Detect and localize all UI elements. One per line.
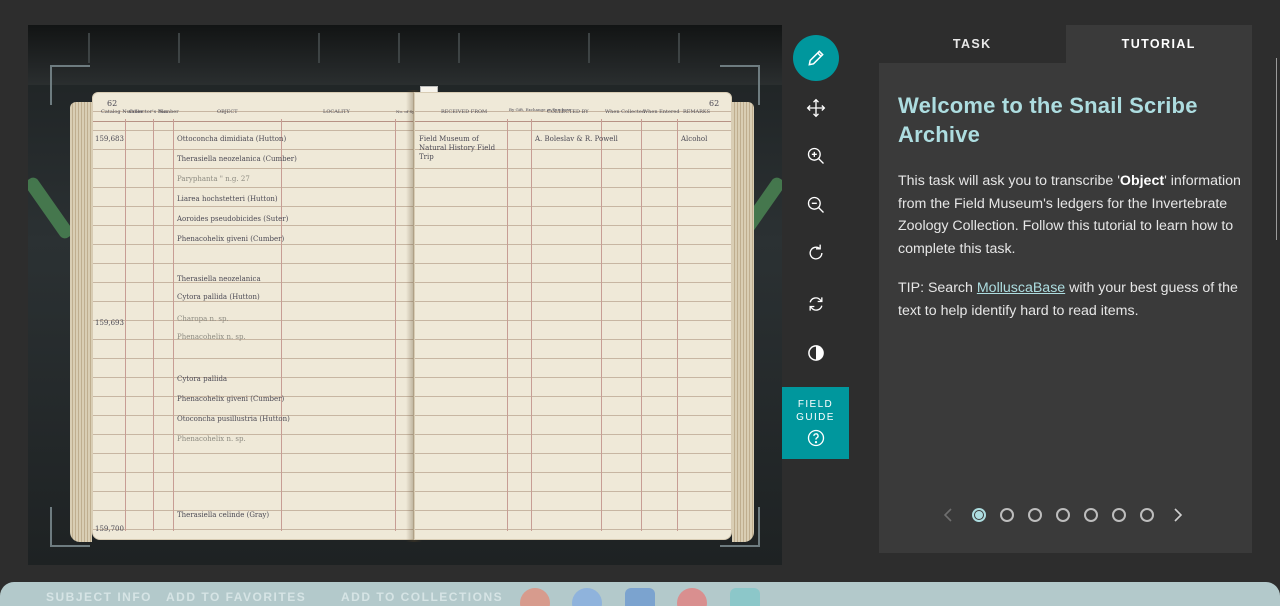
- ledger-row-object: Therasiella celinde (Gray): [177, 511, 270, 519]
- refresh-icon: [809, 297, 822, 311]
- contrast-icon: [807, 345, 824, 361]
- step-dot[interactable]: [1000, 508, 1014, 522]
- tutorial-body: This task will ask you to transcribe 'Ob…: [898, 173, 1241, 257]
- zoom-out-icon: [807, 196, 824, 213]
- ledger-row-object: Paryphanta " n.g. 27: [177, 175, 250, 183]
- zoom-in-icon: [807, 147, 824, 164]
- field-guide-button[interactable]: FIELD GUIDE: [782, 387, 849, 459]
- catalog-number: 159,683: [95, 135, 124, 143]
- palette-icon[interactable]: [677, 588, 707, 606]
- tutorial-tip: TIP: Search MolluscaBase with your best …: [898, 280, 1238, 319]
- folder-icon[interactable]: [625, 588, 655, 606]
- step-dot[interactable]: [1028, 508, 1042, 522]
- header-when-entered: When Entered: [643, 109, 680, 115]
- header-remarks: REMARKS: [683, 109, 711, 115]
- contrast-button[interactable]: [782, 330, 849, 376]
- subject-image-viewer[interactable]: 62 Catalog Number Collector's Number No.…: [28, 25, 782, 565]
- remarks-value: Alcohol: [681, 135, 708, 143]
- ledger-row-object: Cytora pallida (Hutton): [177, 293, 260, 301]
- ledger-row-object: Liarea hochstetteri (Hutton): [177, 195, 278, 203]
- add-to-favorites-button[interactable]: ADD TO FAVORITES: [166, 590, 306, 604]
- invert-button[interactable]: [782, 281, 849, 327]
- question-circle-icon: [807, 429, 824, 447]
- ledger-row-object: Cytora pallida: [177, 375, 228, 383]
- next-step-button[interactable]: [1171, 505, 1185, 525]
- zoom-in-button[interactable]: [782, 133, 849, 179]
- tab-task[interactable]: TASK: [879, 25, 1066, 63]
- catalog-number: 159,700: [95, 525, 124, 533]
- ledger-row-object: Therasiella neozelanica: [177, 275, 261, 283]
- catalog-number: 159,693: [95, 319, 124, 327]
- ledger-row-object: Therasiella neozelanica (Cumber): [177, 155, 297, 163]
- subject-info-button[interactable]: SUBJECT INFO: [46, 590, 152, 604]
- chevron-right-icon: [1174, 508, 1183, 522]
- header-when-collected: When Collected: [605, 109, 646, 115]
- ledger-row-object: Aoroides pseudobicides (Suter): [177, 215, 289, 223]
- header-collected-by: COLLECTED BY: [547, 109, 589, 115]
- left-page-number: 62: [107, 99, 118, 108]
- header-locality: LOCALITY: [323, 109, 350, 115]
- pencil-icon: [807, 50, 824, 66]
- ledger-row-object: Phenacohelix giveni (Cumber): [177, 395, 285, 403]
- received-from-value: Field Museum of Natural History Field Tr…: [419, 135, 496, 161]
- chevron-left-icon: [943, 508, 952, 522]
- step-dot[interactable]: [972, 508, 986, 522]
- previous-step-button[interactable]: [941, 505, 955, 525]
- header-no: No.: [159, 109, 168, 115]
- ledger-right-page: 62 RECEIVED FROM By Gift, Exchange or Pu…: [414, 92, 732, 540]
- ledger-row-object: Phenacohelix n. sp.: [177, 435, 246, 443]
- step-dots: [965, 508, 1161, 522]
- chrome-icon[interactable]: [520, 588, 550, 606]
- scanner-top-frame: [28, 25, 782, 85]
- step-dot[interactable]: [1056, 508, 1070, 522]
- tab-tutorial[interactable]: TUTORIAL: [1065, 25, 1252, 63]
- app-icon[interactable]: [730, 588, 760, 606]
- annotate-button[interactable]: [782, 35, 849, 81]
- step-dot[interactable]: [1140, 508, 1154, 522]
- header-object: OBJECT: [217, 109, 238, 115]
- scroll-edge: [1276, 58, 1280, 240]
- subject-actions-bar: SUBJECT INFO ADD TO FAVORITES ADD TO COL…: [0, 582, 1280, 606]
- right-page-number: 62: [709, 99, 720, 108]
- rotate-icon: [809, 244, 823, 260]
- header-collector: Collector's Number: [129, 109, 179, 115]
- ledger-row-object: Ottoconcha dimidiata (Hutton): [177, 135, 287, 143]
- tutorial-pager: [941, 505, 1185, 525]
- object-emphasis: Object: [1119, 173, 1165, 189]
- header-received-from: RECEIVED FROM: [441, 109, 488, 115]
- tutorial-title: Welcome to the Snail Scribe Archive: [898, 93, 1198, 147]
- move-button[interactable]: [782, 85, 849, 131]
- ledger-row-object: Otoconcha pusillustria (Hutton): [177, 415, 290, 423]
- step-dot[interactable]: [1084, 508, 1098, 522]
- ledger-row-object: Phenacohelix n. sp.: [177, 333, 246, 341]
- collected-by-value: A. Boleslav & R. Powell: [535, 135, 618, 143]
- ledger-row-object: Charopa n. sp.: [177, 315, 229, 323]
- ledger-row-object: Phenacohelix giveni (Cumber): [177, 235, 285, 243]
- panel-tabs: TASK TUTORIAL: [879, 25, 1252, 63]
- ledger-left-page: 62 Catalog Number Collector's Number No.…: [92, 92, 432, 540]
- add-to-collections-button[interactable]: ADD TO COLLECTIONS: [341, 590, 503, 604]
- ledger-book: 62 Catalog Number Collector's Number No.…: [70, 80, 754, 542]
- molluscabase-link[interactable]: MolluscaBase: [977, 280, 1065, 296]
- step-dot[interactable]: [1112, 508, 1126, 522]
- camera-icon[interactable]: [572, 588, 602, 606]
- zoom-out-button[interactable]: [782, 182, 849, 228]
- task-panel: TASK TUTORIAL Welcome to the Snail Scrib…: [879, 25, 1252, 553]
- field-guide-label: FIELD GUIDE: [796, 399, 835, 423]
- move-icon: [806, 98, 825, 118]
- rotate-button[interactable]: [782, 230, 849, 276]
